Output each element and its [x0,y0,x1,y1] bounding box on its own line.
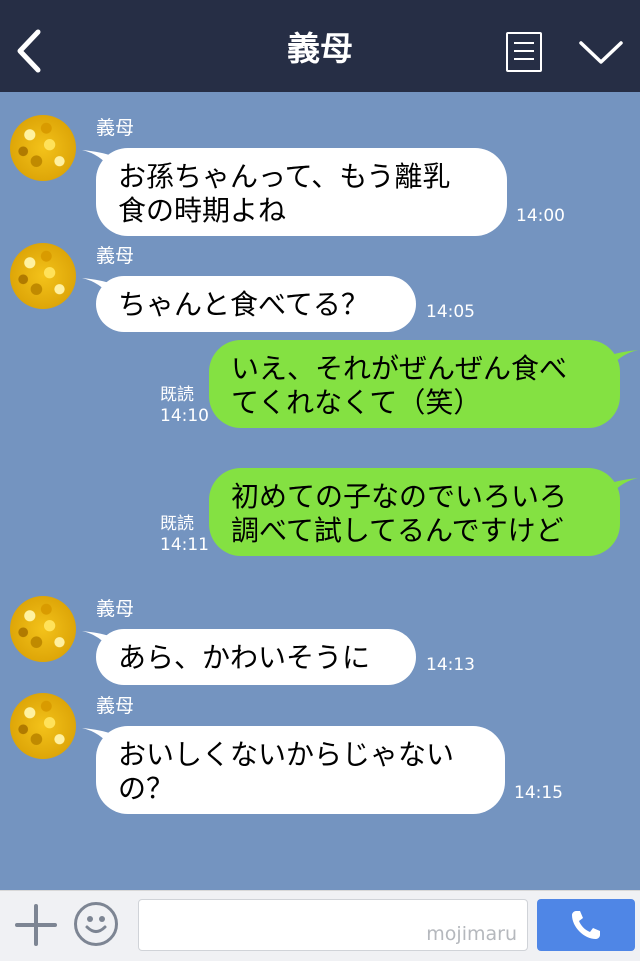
sender-name: 義母 [96,598,135,620]
message-time: 14:00 [516,206,565,226]
sender-name: 義母 [96,117,135,139]
message-text-line: いえ、それがぜんぜん食べ [231,352,568,385]
read-label: 既読 [160,514,194,534]
call-button[interactable] [537,899,635,951]
bubble-tail [608,350,638,370]
message-input[interactable]: mojimaru [138,899,528,951]
plus-icon [15,904,57,946]
menu-button[interactable] [506,32,542,72]
smiley-icon [85,916,107,933]
collapse-button[interactable] [578,40,624,66]
message-bubble[interactable]: 初めての子なのでいろいろ 調べて試してるんですけど [209,468,620,556]
message-text-line: 食の時期よね [118,194,287,227]
phone-icon [572,911,600,939]
message-bubble[interactable]: いえ、それがぜんぜん食べ てくれなくて（笑） [209,340,620,428]
message-bubble[interactable]: おいしくないからじゃない の？ [96,726,505,814]
avatar[interactable] [10,243,76,309]
read-label: 既読 [160,385,194,405]
message-bubble[interactable]: あら、かわいそうに [96,629,416,685]
message-text-line: てくれなくて（笑） [231,386,482,419]
message-bubble[interactable]: ちゃんと食べてる？ [96,276,416,332]
message-text-line: 初めての子なのでいろいろ [231,480,568,513]
message-text-line: お孫ちゃんって、もう離乳 [118,160,451,193]
message-bubble[interactable]: お孫ちゃんって、もう離乳 食の時期よね [96,148,507,236]
read-receipt: 既読 14:11 [160,514,209,556]
chat-area[interactable]: 義母 お孫ちゃんって、もう離乳 食の時期よね 14:00 義母 ちゃんと食べてる… [0,92,640,890]
chat-header: 義母 [0,0,640,92]
bubble-tail [608,478,638,498]
message-text-line: 調べて試してるんですけど [231,514,564,547]
message-time: 14:15 [514,783,563,803]
message-time: 14:05 [426,302,475,322]
chevron-down-icon [579,41,623,64]
watermark-text: mojimaru [426,923,517,945]
avatar[interactable] [10,115,76,181]
input-bar: mojimaru [0,890,640,961]
message-text-line: ちゃんと食べてる？ [118,288,369,321]
sender-name: 義母 [96,695,135,717]
message-time: 14:11 [160,535,209,555]
message-time: 14:10 [160,406,209,426]
message-text-line: の？ [118,772,175,805]
chat-title: 義母 [287,29,353,68]
read-receipt: 既読 14:10 [160,385,209,427]
message-time: 14:13 [426,655,475,675]
message-text-line: おいしくないからじゃない [118,738,455,771]
message-text-line: あら、かわいそうに [118,641,371,674]
avatar[interactable] [10,693,76,759]
sticker-button[interactable] [74,902,118,946]
add-button[interactable] [14,903,58,947]
sender-name: 義母 [96,245,135,267]
avatar[interactable] [10,596,76,662]
